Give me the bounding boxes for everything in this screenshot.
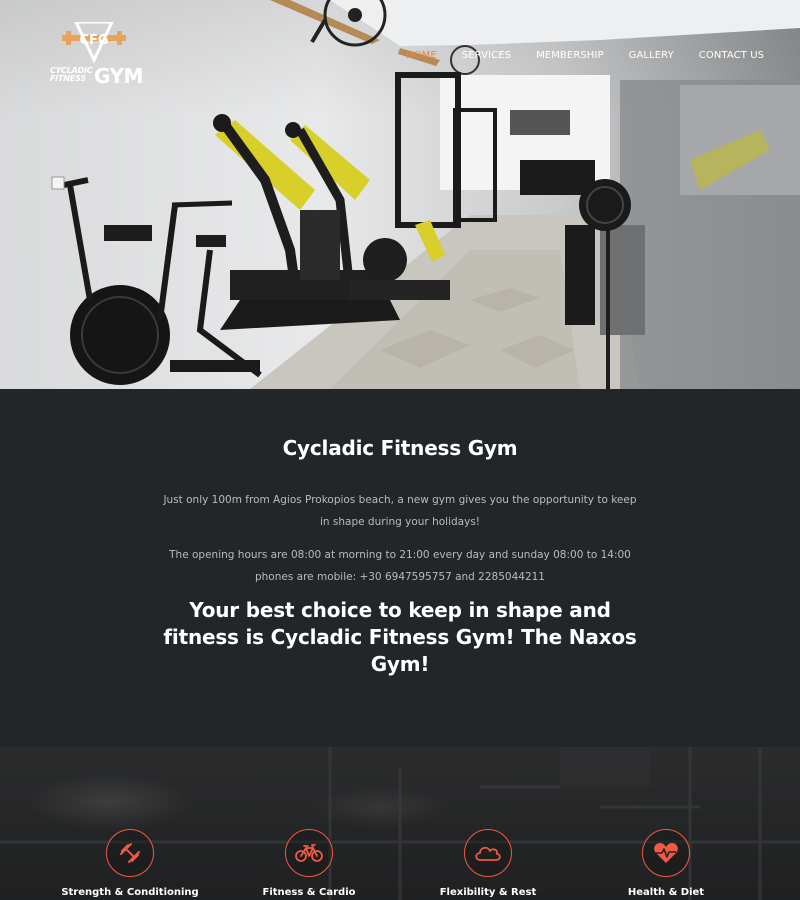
feature-label: Strength & Conditioning bbox=[61, 887, 199, 898]
intro-headline: Your best choice to keep in shape and fi… bbox=[163, 598, 637, 676]
logo-wordmark: GYM bbox=[94, 64, 143, 88]
dumbbell-icon bbox=[120, 843, 140, 863]
feature-label: Fitness & Cardio bbox=[262, 887, 356, 898]
nav-home[interactable]: HOME bbox=[406, 50, 437, 61]
svg-text:CFG: CFG bbox=[79, 33, 108, 48]
feature-label: Flexibility & Rest bbox=[439, 887, 537, 898]
feature-strength[interactable]: Strength & Conditioning bbox=[50, 829, 210, 898]
feature-flexibility[interactable]: Flexibility & Rest bbox=[408, 829, 568, 898]
site-logo[interactable]: CFG CYCLADIC FITNESS GYM bbox=[50, 22, 143, 88]
nav-services[interactable]: SERVICES bbox=[462, 50, 511, 61]
nav-contact-us[interactable]: CONTACT US bbox=[699, 50, 764, 61]
feature-health[interactable]: Health & Diet bbox=[586, 829, 746, 898]
cloud-icon bbox=[475, 846, 501, 861]
feature-cardio[interactable]: Fitness & Cardio bbox=[229, 829, 389, 898]
bicycle-icon bbox=[295, 844, 323, 862]
nav-gallery[interactable]: GALLERY bbox=[629, 50, 674, 61]
intro-paragraph-hours: The opening hours are 08:00 at morning t… bbox=[169, 549, 631, 583]
intro-title: Cycladic Fitness Gym bbox=[282, 436, 518, 460]
intro-paragraph-location: Just only 100m from Agios Prokopios beac… bbox=[163, 494, 637, 528]
nav-membership[interactable]: MEMBERSHIP bbox=[536, 50, 604, 61]
logo-subtext: CYCLADIC FITNESS bbox=[50, 66, 93, 83]
main-navigation: HOME SERVICES MEMBERSHIP GALLERY CONTACT… bbox=[406, 50, 764, 61]
features-section: Strength & Conditioning Fitness & Cardio… bbox=[0, 747, 800, 900]
hero-banner: CFG CYCLADIC FITNESS GYM HOME SERVICES M… bbox=[0, 0, 800, 389]
heartbeat-icon bbox=[654, 843, 678, 863]
logo-mark-icon: CFG bbox=[62, 22, 126, 64]
intro-section: Cycladic Fitness Gym Just only 100m from… bbox=[0, 389, 800, 747]
feature-label: Health & Diet bbox=[627, 887, 705, 898]
